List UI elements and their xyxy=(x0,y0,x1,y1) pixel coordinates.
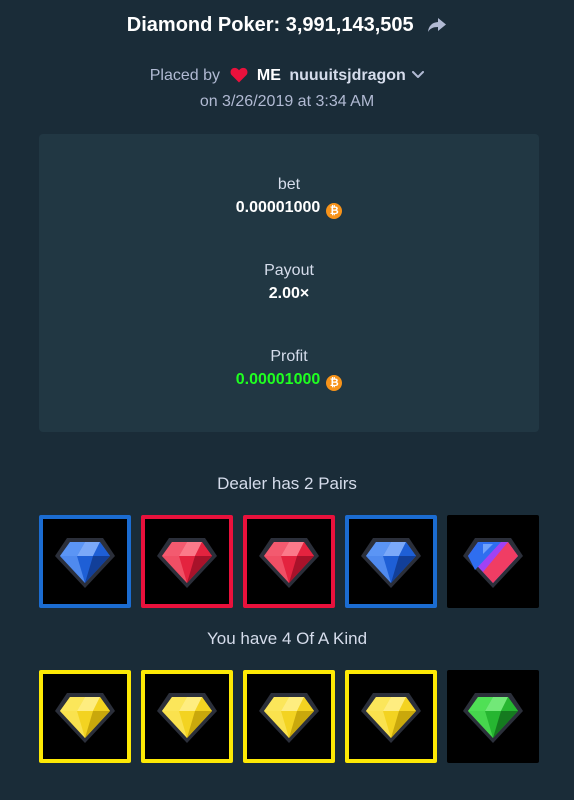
bet-label: bet xyxy=(277,176,301,193)
bet-stat: bet 0.00001000 ₿ xyxy=(39,176,539,219)
bitcoin-icon: ₿ xyxy=(326,203,343,219)
me-badge: ME xyxy=(256,67,281,84)
red-gem-icon xyxy=(257,530,321,594)
red-gem-icon xyxy=(155,530,219,594)
player-card-yellow xyxy=(243,670,335,763)
dealer-card-red xyxy=(243,515,335,608)
profit-value: 0.00001000 xyxy=(235,371,321,388)
bet-value-row: 0.00001000 ₿ xyxy=(39,199,539,219)
profit-stat: Profit 0.00001000 ₿ xyxy=(39,348,539,391)
yellow-gem-icon xyxy=(155,685,219,749)
placed-by-label: Placed by xyxy=(149,67,220,84)
player-cards xyxy=(39,670,539,763)
profit-value-row: 0.00001000 ₿ xyxy=(39,371,539,391)
heart-icon xyxy=(230,67,248,88)
player-hand-label: You have 4 Of A Kind xyxy=(206,629,368,648)
bet-value: 0.00001000 xyxy=(235,199,321,216)
dealer-hand-label: Dealer has 2 Pairs xyxy=(217,474,357,493)
player-card-yellow xyxy=(141,670,233,763)
dealer-card-blue xyxy=(39,515,131,608)
dealer-card-blue xyxy=(345,515,437,608)
dealer-cards xyxy=(39,515,539,608)
bet-stats-panel: bet 0.00001000 ₿ Payout 2.00× Profit 0.00… xyxy=(39,134,539,432)
payout-stat: Payout 2.00× xyxy=(39,262,539,303)
bet-title-row: Diamond Poker: 3,991,143,505 xyxy=(0,14,574,39)
blue-gem-icon xyxy=(53,530,117,594)
yellow-gem-icon xyxy=(359,685,423,749)
page-title: Diamond Poker: 3,991,143,505 xyxy=(126,14,414,36)
player-card-yellow xyxy=(345,670,437,763)
player-card-green xyxy=(447,670,539,763)
share-arrow-icon[interactable] xyxy=(427,16,447,39)
purple-gem-icon xyxy=(461,530,525,594)
green-gem-icon xyxy=(461,685,525,749)
yellow-gem-icon xyxy=(53,685,117,749)
bitcoin-icon: ₿ xyxy=(326,375,343,391)
dealer-card-red xyxy=(141,515,233,608)
blue-gem-icon xyxy=(359,530,423,594)
placed-by-row: Placed by ME nuuuitsjdragon xyxy=(0,66,574,88)
player-card-yellow xyxy=(39,670,131,763)
profit-label: Profit xyxy=(270,348,308,365)
dealer-card-purple xyxy=(447,515,539,608)
yellow-gem-icon xyxy=(257,685,321,749)
username-link[interactable]: nuuuitsjdragon xyxy=(289,67,405,84)
bet-datetime: on 3/26/2019 at 3:34 AM xyxy=(199,93,375,110)
payout-value: 2.00× xyxy=(268,285,310,302)
chevron-down-icon[interactable] xyxy=(412,66,425,84)
payout-label: Payout xyxy=(264,262,314,279)
